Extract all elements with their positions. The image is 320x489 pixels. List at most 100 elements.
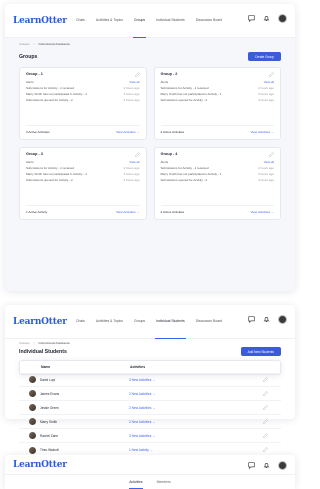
group-name[interactable]: Group - 2 [161, 72, 178, 77]
page-title: Groups [19, 53, 38, 60]
nav-chats[interactable]: Chats [75, 305, 86, 339]
group-cards: Group - 1 Alerts View all Submissions for… [5, 67, 295, 220]
nav-individual-students[interactable]: Individual Students [155, 4, 186, 38]
alert-text: Submissions opened for Activity - 2 [26, 98, 73, 102]
view-all-link[interactable]: View all [129, 160, 139, 164]
chat-icon[interactable] [248, 462, 255, 469]
top-bar: LearnOtter Chats Activities & Topics Gro… [5, 305, 295, 339]
tab-members[interactable]: Members [157, 475, 171, 489]
nav-individual-students[interactable]: Individual Students [155, 305, 186, 339]
edit-icon[interactable] [269, 152, 274, 157]
new-activities-link[interactable]: 2 New Activities → [129, 406, 263, 410]
alert-text: Submissions opened for Activity - 2 [160, 178, 208, 182]
group-name[interactable]: Group - 3 [26, 152, 43, 157]
student-avatar [29, 404, 36, 411]
student-avatar [29, 432, 36, 439]
table-row[interactable]: Marry Smith 2 New Activities → [19, 415, 281, 429]
nav-groups[interactable]: Groups [133, 305, 146, 339]
group-card: Group - 1 Alerts View all Submissions for… [19, 67, 147, 140]
edit-icon[interactable] [263, 390, 268, 396]
chat-icon[interactable] [248, 15, 255, 22]
group-name[interactable]: Group - 4 [161, 152, 178, 157]
app-logo[interactable]: LearnOtter [13, 16, 67, 26]
alert-time: 4 hours ago [123, 98, 140, 102]
student-name[interactable]: David Lupi [40, 378, 55, 382]
nav-discussion-board[interactable]: Discussion Board [195, 4, 223, 38]
alert-time: 3 hours ago [123, 92, 140, 96]
alert-time: 2 hours ago [123, 166, 140, 170]
alert-text: Marry Smith has not participated in Acti… [26, 92, 87, 96]
group-card: Group - 3 Alerts View all Submissions for… [19, 147, 147, 220]
breadcrumb-classes[interactable]: Classes [19, 42, 30, 46]
bell-icon[interactable] [263, 15, 270, 22]
view-all-link[interactable]: View all [129, 80, 139, 84]
active-activities-count: 1 Active Activity [26, 210, 48, 214]
alert-text: Marry Smith has not participated in Acti… [160, 92, 222, 96]
active-activities-count: 3 Active Activities [26, 130, 50, 134]
student-name[interactable]: Marry Smith [40, 420, 57, 424]
group-card: Group - 2 Alerts View all Submissions for… [153, 67, 281, 140]
main-nav: Chats Activities & Topics Groups Individ… [75, 4, 223, 38]
view-all-link[interactable]: View all [264, 80, 274, 84]
student-name[interactable]: Rachel Zane [40, 434, 58, 438]
alert-text: Marry Smith has not participated in Acti… [26, 172, 87, 176]
chat-icon[interactable] [248, 316, 255, 323]
student-avatar [29, 376, 36, 383]
students-rows: David Lupi 3 New Activities → James Evan… [19, 373, 281, 457]
student-avatar [29, 446, 36, 454]
view-activities-link[interactable]: View Activities → [250, 210, 274, 214]
alert-text: Submissions for Activity - 1 received [160, 86, 209, 90]
view-activities-link[interactable]: View Activities → [116, 130, 140, 134]
add-new-students-button[interactable]: Add New Students [240, 347, 281, 356]
edit-icon[interactable] [263, 447, 268, 452]
bell-icon[interactable] [263, 316, 270, 323]
group-name[interactable]: Group - 1 [26, 72, 43, 77]
app-logo[interactable]: LearnOtter [13, 317, 67, 327]
student-name[interactable]: Jessie Green [40, 406, 59, 410]
breadcrumb-classes[interactable]: Classes [19, 341, 30, 345]
edit-icon[interactable] [263, 376, 268, 382]
new-activities-link[interactable]: 3 New Activities → [129, 378, 263, 382]
breadcrumb-current: Instructional Assistance [38, 42, 70, 46]
alerts-label: Alerts [160, 80, 169, 84]
top-icons [248, 461, 287, 470]
edit-icon[interactable] [263, 404, 268, 410]
title-row: Groups Create Group [5, 50, 295, 67]
table-row[interactable]: Jessie Green 2 New Activities → [19, 401, 281, 415]
new-activities-link[interactable]: 1 New Activity → [129, 448, 263, 452]
view-activities-link[interactable]: View Activities → [116, 210, 140, 214]
bell-icon[interactable] [263, 462, 270, 469]
edit-icon[interactable] [134, 72, 140, 77]
student-avatar [29, 390, 36, 397]
nav-activities-topics[interactable]: Activities & Topics [95, 305, 124, 339]
user-avatar[interactable] [278, 14, 287, 23]
edit-icon[interactable] [269, 72, 274, 77]
view-activities-link[interactable]: View Activities → [250, 130, 274, 134]
alert-text: Submissions opened for Activity - 2 [26, 178, 73, 182]
table-row[interactable]: David Lupi 3 New Activities → [19, 373, 281, 387]
student-name[interactable]: James Evans [40, 392, 59, 396]
column-activities: Activities [130, 365, 146, 369]
user-avatar[interactable] [278, 461, 287, 470]
groups-screen: LearnOtter Chats Activities & Topics Gro… [5, 4, 295, 291]
alerts-label: Alerts [26, 160, 34, 164]
new-activities-link[interactable]: 2 New Activities → [129, 392, 263, 396]
nav-discussion-board[interactable]: Discussion Board [195, 305, 223, 339]
student-name[interactable]: Theo Walcott [40, 448, 59, 452]
nav-chats[interactable]: Chats [75, 4, 86, 38]
table-row[interactable]: James Evans 2 New Activities → [19, 387, 281, 401]
edit-icon[interactable] [263, 432, 268, 438]
tab-activities[interactable]: Activities [129, 475, 143, 489]
nav-groups[interactable]: Groups [132, 4, 147, 38]
view-all-link[interactable]: View all [264, 160, 274, 164]
edit-icon[interactable] [263, 418, 268, 424]
edit-icon[interactable] [134, 152, 140, 157]
active-activities-count: 2 Active Activities [160, 210, 185, 214]
app-logo[interactable]: LearnOtter [13, 460, 67, 470]
new-activities-link[interactable]: 3 New Activities → [129, 434, 263, 438]
table-row[interactable]: Rachel Zane 3 New Activities → [19, 429, 281, 443]
create-group-button[interactable]: Create Group [247, 52, 281, 61]
user-avatar[interactable] [278, 315, 287, 324]
new-activities-link[interactable]: 2 New Activities → [129, 420, 263, 424]
nav-activities-topics[interactable]: Activities & Topics [95, 4, 124, 38]
